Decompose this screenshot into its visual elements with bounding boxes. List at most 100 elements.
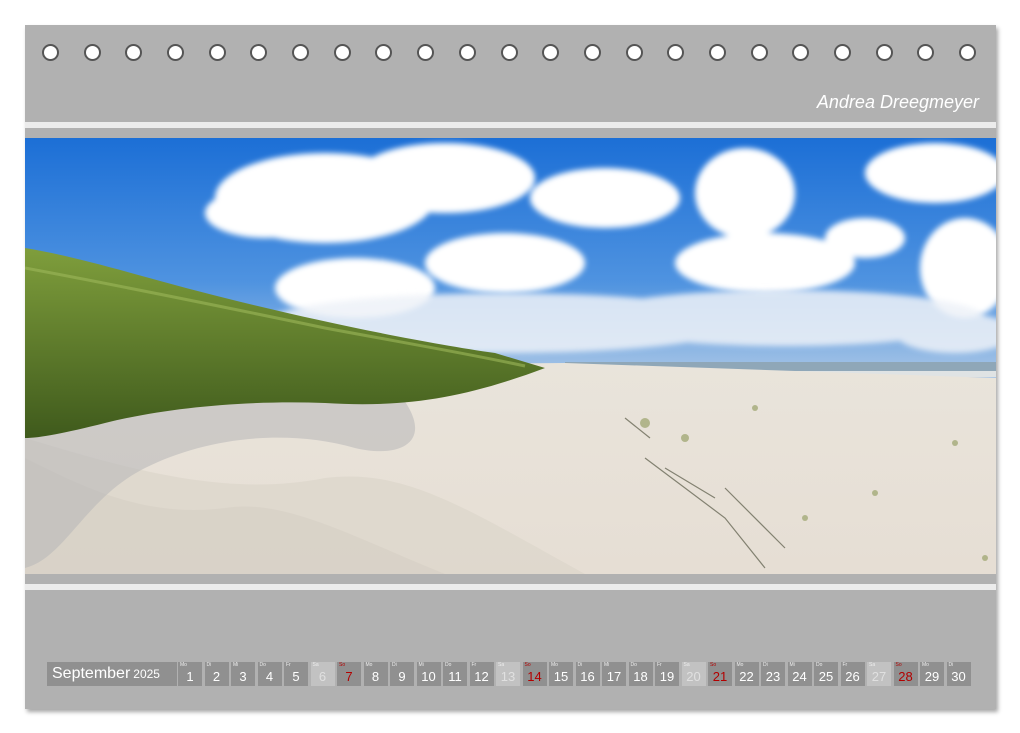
day-weekday: Di (763, 662, 768, 668)
binding-hole (833, 44, 851, 61)
day-weekday: Fr (657, 662, 662, 668)
day-weekday: Mo (551, 662, 558, 668)
day-weekday: Sa (869, 662, 876, 668)
binding-hole (42, 44, 59, 61)
binding-hole (83, 44, 101, 61)
day-cell: Mi 24 (787, 662, 812, 686)
day-weekday: So (710, 662, 717, 668)
day-cell: So 21 (708, 662, 732, 686)
day-weekday: Mo (922, 662, 929, 668)
binding-hole (167, 44, 185, 61)
day-number: 21 (712, 669, 728, 684)
day-number: 9 (398, 669, 406, 684)
day-number: 4 (265, 669, 274, 684)
day-number: 13 (500, 669, 516, 684)
day-number: 29 (924, 669, 940, 684)
binding-hole (292, 44, 310, 61)
day-number: 8 (371, 669, 380, 684)
day-number: 10 (421, 669, 436, 684)
day-cell: Di 2 (204, 662, 229, 686)
day-cell: Di 16 (575, 662, 600, 686)
day-number: 11 (448, 669, 462, 684)
day-weekday: So (895, 662, 902, 668)
day-number: 15 (553, 669, 569, 684)
day-weekday: Mo (180, 662, 187, 668)
day-cell: Fr 26 (840, 662, 865, 686)
author-credit: Andrea Dreegmeyer (816, 92, 979, 112)
day-number: 16 (580, 669, 595, 684)
day-number: 6 (318, 669, 327, 684)
day-cell: Mo 15 (549, 662, 573, 686)
binding-hole (417, 44, 435, 61)
day-weekday: Mi (604, 662, 610, 668)
binding-hole (250, 44, 268, 61)
day-cell: Sa 27 (867, 662, 891, 686)
day-number: 12 (474, 669, 489, 684)
day-number: 17 (606, 669, 622, 684)
day-number: 25 (818, 669, 834, 684)
day-cell: Di 9 (390, 662, 414, 686)
day-weekday: So (339, 662, 346, 668)
day-number: 18 (633, 669, 648, 684)
month-label: September 2025 (47, 662, 177, 686)
day-number: 23 (765, 669, 781, 684)
month-year: 2025 (133, 667, 160, 681)
binding-hole (458, 44, 476, 61)
binding-holes (42, 44, 982, 64)
day-number: 3 (239, 669, 247, 684)
binding-hole (708, 44, 726, 61)
day-weekday: Mo (365, 662, 373, 668)
binding-hole (625, 44, 643, 61)
day-number: 14 (527, 669, 542, 684)
day-cell: Do 4 (257, 662, 282, 686)
binding-hole (875, 44, 893, 61)
day-number: 22 (739, 669, 754, 684)
day-number: 2 (212, 669, 221, 684)
binding-hole (959, 44, 976, 61)
day-weekday: Mo (736, 662, 744, 668)
day-number: 27 (871, 669, 887, 684)
binding-hole (208, 44, 226, 61)
day-cell: So 28 (893, 662, 918, 686)
day-cell: Fr 19 (655, 662, 679, 686)
binding-hole (375, 44, 393, 61)
day-cell: Mo 29 (920, 662, 944, 686)
day-number: 26 (845, 669, 860, 684)
day-cell: Fr 12 (469, 662, 494, 686)
day-cell: Fr 5 (284, 662, 308, 686)
day-number: 7 (345, 669, 353, 684)
day-weekday: Do (445, 662, 452, 668)
day-number: 19 (659, 669, 675, 684)
day-weekday: Mi (418, 662, 424, 668)
binding-hole (917, 44, 935, 61)
day-weekday: Do (630, 662, 637, 668)
day-weekday: Fr (471, 662, 477, 668)
day-weekday: Do (816, 662, 823, 668)
day-weekday: Sa (683, 662, 690, 668)
day-number: 1 (186, 669, 194, 684)
day-number: 30 (951, 669, 966, 684)
day-cell: Sa 6 (310, 662, 335, 686)
top-divider-stripe (25, 122, 996, 128)
binding-hole (667, 44, 685, 61)
day-cell: Mi 10 (416, 662, 441, 686)
calendar-page: Andrea Dreegmeyer September 2025 Mo 1 Di… (25, 25, 996, 709)
day-cell: So 14 (522, 662, 547, 686)
day-cell: Mo 22 (734, 662, 759, 686)
day-cell: Sa 13 (496, 662, 520, 686)
day-cell: So 7 (337, 662, 361, 686)
day-number: 28 (898, 669, 913, 684)
day-weekday: Fr (842, 662, 848, 668)
bottom-divider-stripe (25, 584, 996, 590)
day-weekday: Do (259, 662, 266, 668)
day-weekday: Di (392, 662, 397, 668)
day-cell: Do 18 (628, 662, 653, 686)
day-number: 5 (292, 669, 300, 684)
binding-hole (333, 44, 351, 61)
day-weekday: Di (206, 662, 212, 668)
month-name: September (52, 665, 131, 682)
day-cell: Do 11 (443, 662, 467, 686)
day-number: 20 (686, 669, 701, 684)
binding-hole (500, 44, 518, 61)
day-weekday: Mi (789, 662, 795, 668)
